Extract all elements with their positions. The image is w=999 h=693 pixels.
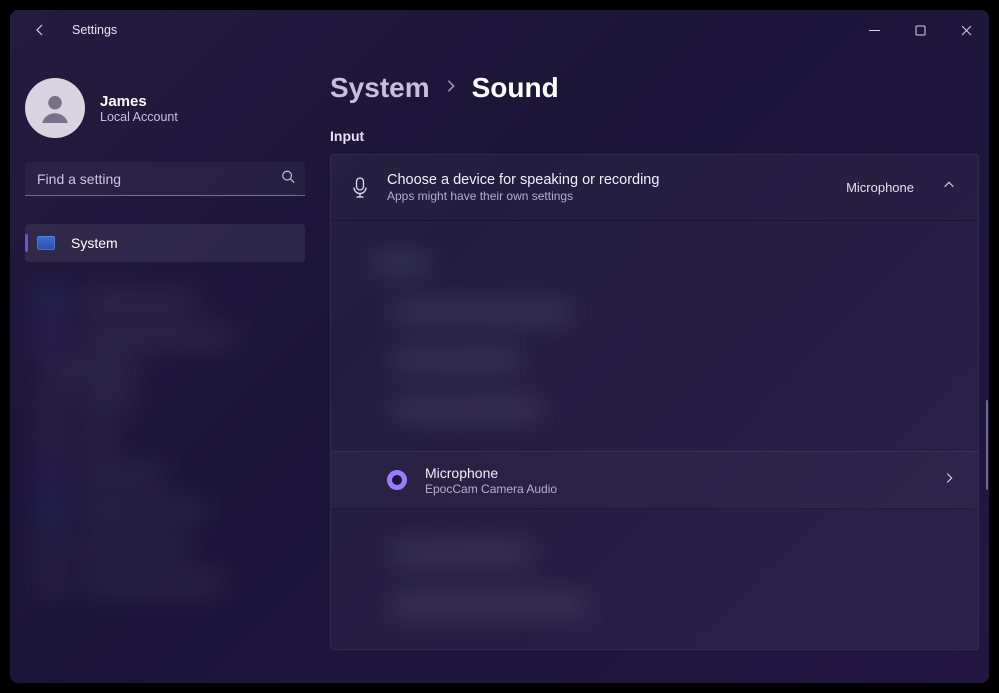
profile-text: James Local Account — [100, 93, 178, 124]
chooser-title: Choose a device for speaking or recordin… — [387, 172, 828, 188]
search-input[interactable] — [25, 162, 305, 196]
breadcrumb-current: Sound — [472, 72, 559, 104]
settings-window: Settings James Local Account — [10, 10, 989, 683]
device-title: Microphone — [425, 465, 924, 481]
search-icon[interactable] — [281, 170, 295, 189]
chevron-up-icon — [942, 178, 956, 197]
input-chooser-row[interactable]: Choose a device for speaking or recordin… — [331, 155, 978, 221]
sidebar-item-system[interactable]: System — [25, 224, 305, 262]
window-controls — [851, 10, 989, 50]
search-box — [25, 162, 305, 196]
display-icon — [37, 236, 55, 250]
blurred-options-above — [331, 221, 978, 451]
device-row-microphone[interactable]: Microphone EpocCam Camera Audio — [331, 451, 978, 509]
chooser-selected: Microphone — [846, 180, 914, 195]
main-content: System Sound Input — [320, 50, 989, 683]
close-button[interactable] — [943, 10, 989, 50]
profile[interactable]: James Local Account — [25, 78, 305, 138]
titlebar: Settings — [10, 10, 989, 50]
breadcrumb: System Sound — [330, 72, 979, 104]
account-type: Local Account — [100, 110, 178, 124]
titlebar-left: Settings — [28, 18, 117, 42]
maximize-button[interactable] — [897, 10, 943, 50]
chevron-right-icon — [444, 79, 458, 98]
device-text: Microphone EpocCam Camera Audio — [425, 465, 924, 496]
breadcrumb-parent[interactable]: System — [330, 72, 430, 104]
app-title: Settings — [72, 23, 117, 37]
microphone-icon — [351, 177, 369, 199]
input-panel: Choose a device for speaking or recordin… — [330, 154, 979, 650]
chooser-subtitle: Apps might have their own settings — [387, 189, 828, 203]
user-name: James — [100, 93, 178, 110]
back-button[interactable] — [28, 18, 52, 42]
sidebar: James Local Account System — [10, 50, 320, 683]
sidebar-item-label: System — [71, 235, 118, 251]
avatar — [25, 78, 85, 138]
radio-selected-icon[interactable] — [387, 470, 407, 490]
blurred-options-below — [331, 509, 978, 649]
minimize-button[interactable] — [851, 10, 897, 50]
device-subtitle: EpocCam Camera Audio — [425, 482, 924, 496]
chooser-text: Choose a device for speaking or recordin… — [387, 172, 828, 203]
chevron-right-icon[interactable] — [942, 471, 956, 490]
section-title: Input — [330, 128, 979, 144]
sidebar-blurred — [10, 280, 320, 683]
scrollbar-thumb[interactable] — [986, 400, 988, 490]
